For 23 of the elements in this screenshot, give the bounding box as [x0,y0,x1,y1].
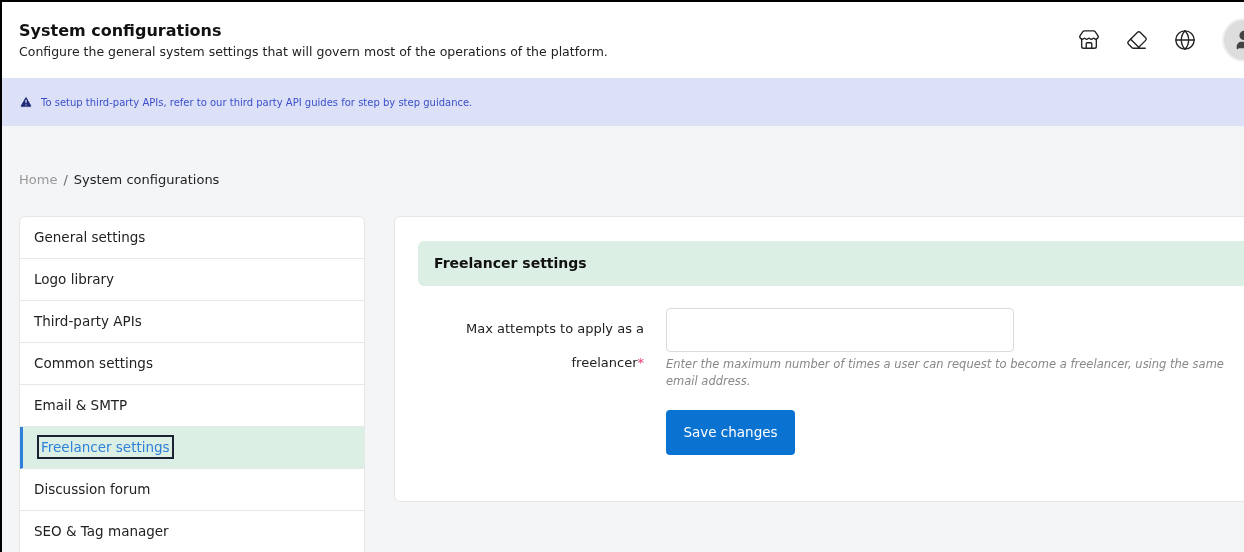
eraser-icon[interactable] [1126,29,1148,51]
warning-icon [19,95,33,109]
banner-text: To setup third-party APIs, refer to our third party API guides for step by step guidance. [41,95,473,110]
menu-item[interactable]: Third-party APIs [20,300,364,343]
field-label: freelancer [571,353,638,372]
menu-item[interactable]: SEO & Tag manager [20,510,364,552]
field-label: Max attempts to apply as a [466,319,644,338]
menu-item[interactable]: Logo library [20,258,364,301]
store-icon[interactable] [1078,29,1100,51]
menu-item[interactable]: General settings [20,216,364,259]
required-mark: * [637,353,644,372]
section-title: Freelancer settings [434,253,587,273]
input-field[interactable] [666,307,1014,352]
globe-icon[interactable] [1174,29,1196,51]
breadcrumb-item: System configurations [73,171,220,189]
breadcrumb-separator: / [63,171,68,189]
save-button[interactable]: Save changes [666,409,795,455]
help-text: Enter the maximum number of times a user can request to become a freelancer, using the same email address. [666,355,1225,390]
menu-item[interactable]: Email & SMTP [20,384,364,427]
menu-item[interactable]: Common settings [20,342,364,385]
menu-item[interactable]: Discussion forum [20,468,364,511]
page-title: System configurations [19,19,223,42]
page-subtitle: Configure the general system settings that will govern most of the operations of the platform. [19,42,609,61]
